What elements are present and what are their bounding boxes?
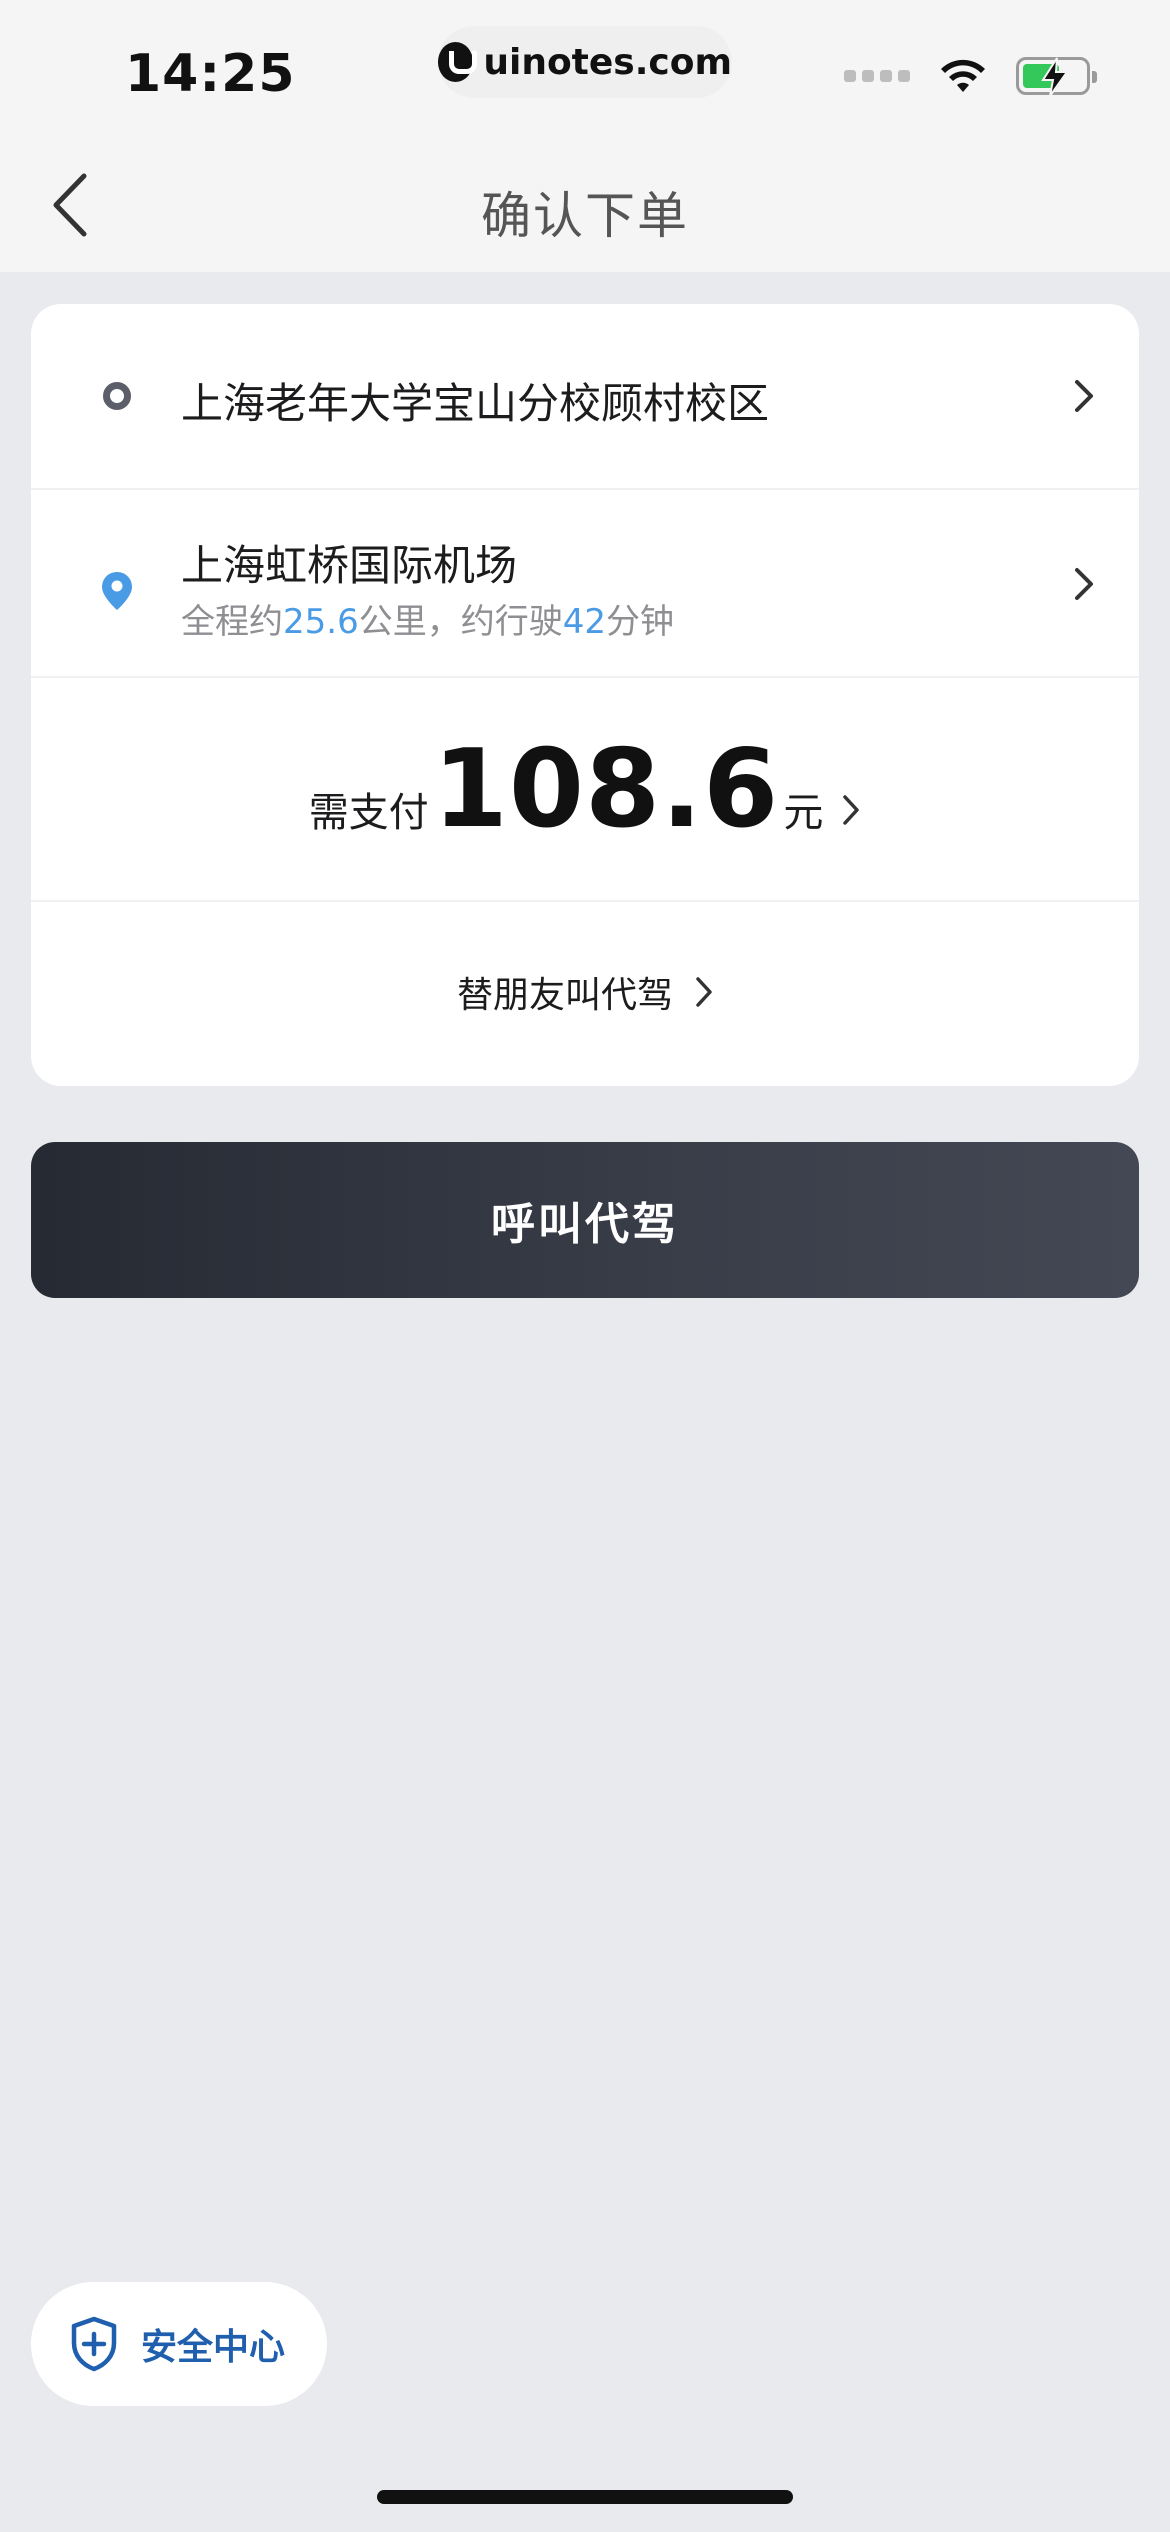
url-pill[interactable]: uinotes.com: [438, 26, 732, 98]
status-time: 14:25: [125, 44, 296, 104]
url-text: uinotes.com: [483, 41, 732, 83]
status-icons: [844, 56, 1097, 97]
home-indicator[interactable]: [377, 2490, 793, 2504]
trip-summary: 全程约25.6公里，约行驶42分钟: [181, 602, 674, 642]
trip-duration: 42: [562, 602, 606, 642]
call-for-friend-label: 替朋友叫代驾: [456, 975, 673, 1016]
chevron-right-icon: [843, 795, 860, 825]
app-screen: 14:25 uinotes.com 确认下单 上海老年大学宝山分校顾村校区 上海…: [0, 0, 1170, 2532]
page-title: 确认下单: [481, 187, 689, 245]
order-card: 上海老年大学宝山分校顾村校区 上海虹桥国际机场 全程约25.6公里，约行驶42分…: [31, 304, 1139, 1086]
destination-address: 上海虹桥国际机场: [181, 541, 518, 590]
call-driver-button[interactable]: 呼叫代驾: [31, 1142, 1139, 1298]
destination-row[interactable]: 上海虹桥国际机场 全程约25.6公里，约行驶42分钟: [31, 490, 1139, 678]
origin-dot-icon: [103, 382, 131, 410]
chevron-right-icon: [696, 977, 712, 1007]
top-bar: 14:25 uinotes.com 确认下单: [0, 0, 1170, 272]
safety-center-label: 安全中心: [141, 2327, 286, 2368]
location-pin-icon: [102, 572, 132, 610]
chevron-right-icon: [1075, 380, 1093, 412]
site-logo-icon: [438, 42, 478, 82]
price-amount: 108.6: [432, 727, 780, 852]
signal-dots-icon: [844, 70, 910, 82]
wifi-icon: [941, 59, 985, 92]
origin-row[interactable]: 上海老年大学宝山分校顾村校区: [31, 304, 1139, 490]
shield-plus-icon: [71, 2316, 117, 2372]
origin-address: 上海老年大学宝山分校顾村校区: [181, 379, 770, 428]
safety-center-button[interactable]: 安全中心: [31, 2282, 327, 2406]
price-row[interactable]: 需支付 108.6 元: [31, 678, 1139, 902]
call-driver-label: 呼叫代驾: [491, 1199, 679, 1250]
chevron-right-icon: [1075, 568, 1093, 600]
trip-distance: 25.6: [283, 602, 359, 642]
price-unit: 元: [783, 790, 824, 836]
battery-charging-icon: [1016, 57, 1097, 97]
price-label: 需支付: [308, 790, 429, 836]
call-for-friend-row[interactable]: 替朋友叫代驾: [31, 902, 1139, 1086]
